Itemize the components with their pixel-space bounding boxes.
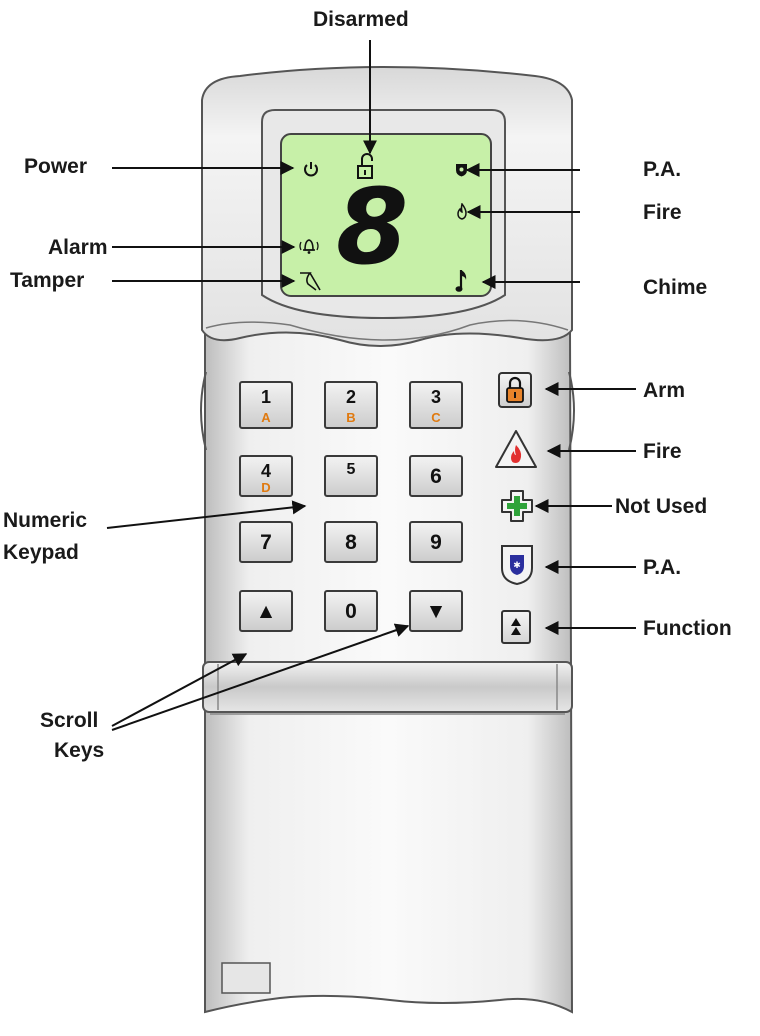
key-label: 3 [430, 387, 441, 407]
key-letter: C [431, 410, 441, 425]
label-function: Function [643, 617, 732, 640]
key-label: ▼ [425, 600, 447, 623]
key-label: 0 [345, 600, 357, 623]
key-6[interactable]: 6 [409, 455, 463, 497]
key-letter: A [261, 410, 271, 425]
key-label: 1 [260, 387, 271, 407]
key-label: 2 [345, 387, 356, 407]
police-badge-icon [456, 164, 467, 177]
label-alarm: Alarm [48, 236, 108, 259]
label-tamper: Tamper [10, 269, 85, 292]
label-arm: Arm [643, 379, 686, 402]
fire-triangle-icon [495, 430, 537, 468]
power-icon [304, 162, 318, 177]
key-8[interactable]: 8 [324, 521, 378, 563]
fire-key[interactable] [494, 428, 538, 470]
scroll-down-key[interactable]: ▼ [409, 590, 463, 632]
key-letter: D [261, 480, 271, 495]
not-used-key[interactable] [500, 488, 534, 524]
label-window [221, 962, 271, 994]
key-label: 6 [430, 465, 442, 488]
svg-text:✱: ✱ [513, 561, 521, 571]
function-key[interactable] [501, 610, 531, 644]
scroll-up-key[interactable]: ▲ [239, 590, 293, 632]
key-7[interactable]: 7 [239, 521, 293, 563]
label-not-used: Not Used [615, 495, 708, 518]
key-label: 9 [430, 531, 442, 554]
lcd-digit: 8 [336, 166, 409, 288]
key-0[interactable]: 0 [324, 590, 378, 632]
key-label: 8 [345, 531, 357, 554]
label-numeric: Numeric [3, 509, 88, 532]
key-1[interactable]: 1A [239, 381, 293, 429]
label-fire-top: Fire [643, 201, 682, 224]
flame-icon [457, 203, 467, 220]
label-keypad: Keypad [3, 541, 79, 564]
label-pa-top: P.A. [643, 158, 682, 181]
double-chevron-icon [511, 618, 521, 635]
cross-icon [501, 490, 533, 522]
key-label: 7 [260, 531, 272, 554]
pa-key[interactable]: ✱ [500, 544, 534, 586]
label-scroll: Scroll [40, 709, 99, 732]
tamper-icon [300, 272, 321, 291]
keypad-diagram [106, 40, 636, 1014]
key-letter: B [346, 410, 356, 425]
key-label: 5 [346, 461, 356, 478]
label-keys: Keys [54, 739, 105, 762]
key-3[interactable]: 3C [409, 381, 463, 429]
key-4[interactable]: 4D [239, 455, 293, 497]
key-2[interactable]: 2B [324, 381, 378, 429]
label-fire: Fire [643, 440, 682, 463]
label-disarmed: Disarmed [313, 8, 409, 31]
label-power: Power [24, 155, 88, 178]
arm-key[interactable] [498, 372, 532, 408]
hinge-bar [202, 661, 573, 713]
key-label: 4 [260, 461, 271, 481]
music-note-icon [455, 270, 467, 292]
label-pa: P.A. [643, 556, 682, 579]
key-9[interactable]: 9 [409, 521, 463, 563]
shield-icon: ✱ [501, 545, 533, 586]
key-5[interactable]: 5 [324, 455, 378, 497]
bell-icon [299, 239, 319, 254]
key-label: ▲ [255, 600, 277, 623]
padlock-icon [506, 376, 524, 403]
label-chime: Chime [643, 276, 708, 299]
